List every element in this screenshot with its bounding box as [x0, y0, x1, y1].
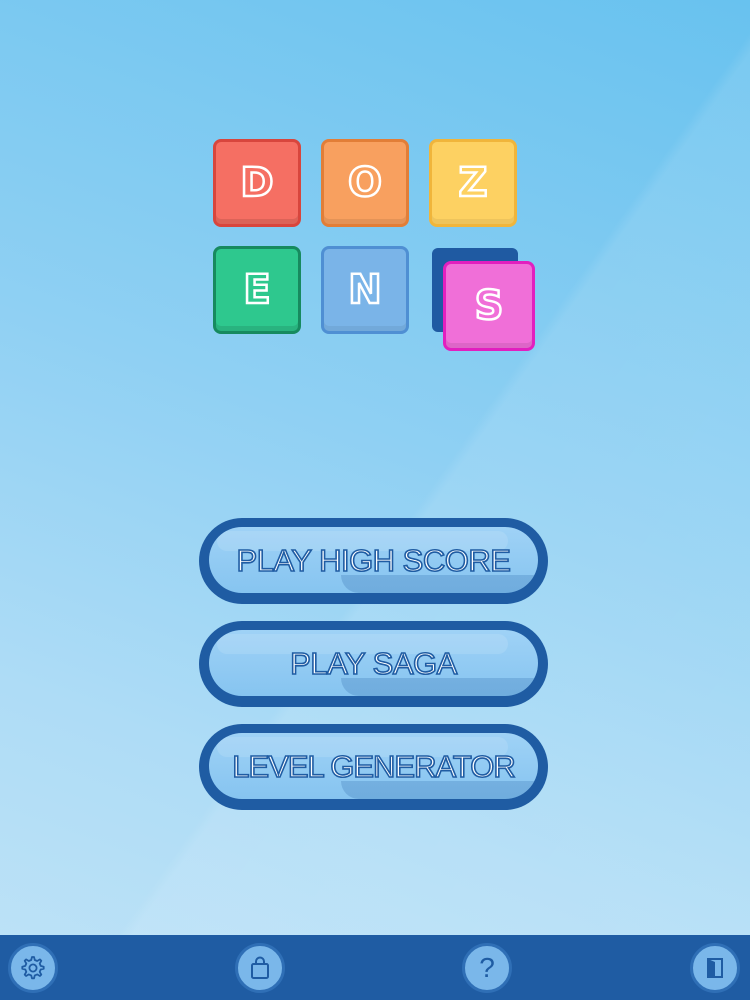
logo-letter-z: Z	[457, 160, 489, 206]
logo-tile-e: E	[213, 246, 301, 334]
logo-tile-s: S	[443, 261, 535, 351]
logo-tile-n: N	[321, 246, 409, 334]
logo-letter-n: N	[347, 267, 383, 313]
logo-letter-d: D	[239, 160, 275, 206]
logo-letter-s: S	[473, 283, 504, 329]
settings-button[interactable]	[8, 943, 58, 993]
shopping-bag-icon	[247, 955, 273, 981]
play-high-score-button[interactable]: PLAY HIGH SCORE	[199, 518, 548, 604]
exit-door-icon	[702, 955, 728, 981]
exit-button[interactable]	[690, 943, 740, 993]
play-saga-label: PLAY SAGA	[289, 645, 458, 682]
level-generator-label: LEVEL GENERATOR	[231, 748, 516, 785]
question-mark-icon: ?	[479, 952, 495, 983]
shop-button[interactable]	[235, 943, 285, 993]
logo-tile-o: O	[321, 139, 409, 227]
bottom-toolbar: ?	[0, 935, 750, 1000]
game-logo: D O Z E N S	[0, 0, 750, 380]
logo-tile-z: Z	[429, 139, 517, 227]
logo-tile-d: D	[213, 139, 301, 227]
gear-icon	[19, 954, 47, 982]
help-button[interactable]: ?	[462, 943, 512, 993]
play-saga-button[interactable]: PLAY SAGA	[199, 621, 548, 707]
logo-letter-e: E	[242, 267, 272, 313]
level-generator-button[interactable]: LEVEL GENERATOR	[199, 724, 548, 810]
play-high-score-label: PLAY HIGH SCORE	[236, 542, 512, 579]
logo-letter-o: O	[347, 160, 384, 206]
